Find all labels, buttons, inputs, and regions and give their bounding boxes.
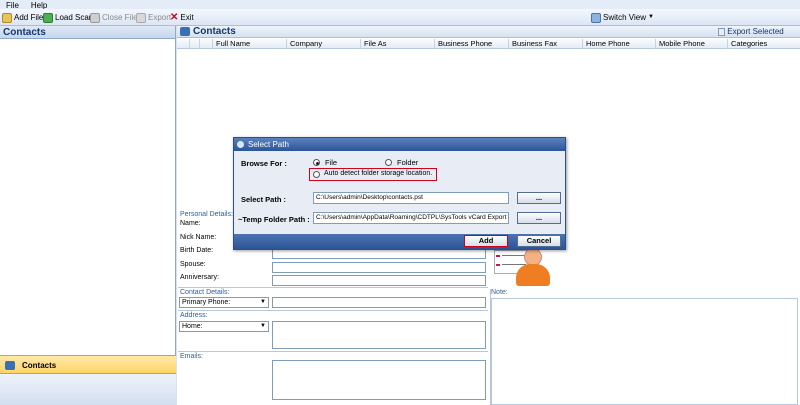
chevron-down-icon: ▼: [260, 299, 266, 305]
attachment-column-icon[interactable]: [177, 39, 189, 49]
temp-folder-input[interactable]: C:\Users\admin\AppData\Roaming\CDTPL\Sys…: [313, 212, 509, 224]
select-path-input[interactable]: C:\Users\admin\Desktop\contacts.pst: [313, 192, 509, 204]
divider: [178, 351, 488, 352]
load-scan-button[interactable]: Load Scan: [43, 11, 93, 24]
contacts-icon: [180, 27, 190, 36]
export-selected-button[interactable]: Export Selected: [718, 27, 784, 37]
exit-icon: ✕: [170, 12, 179, 23]
column-business-fax[interactable]: Business Fax: [508, 39, 582, 49]
column-full-name[interactable]: Full Name: [212, 39, 286, 49]
address-field[interactable]: [272, 321, 486, 349]
add-file-button[interactable]: Add File: [2, 11, 43, 24]
address-type-value: Home:: [182, 323, 203, 330]
export-icon: [136, 12, 146, 23]
table-header: Full Name Company File As Business Phone…: [177, 39, 800, 49]
column-company[interactable]: Company: [286, 39, 360, 49]
export-selected-label: Export Selected: [727, 27, 784, 36]
file-radio-label: File: [325, 158, 338, 167]
column-business-phone[interactable]: Business Phone: [434, 39, 508, 49]
note-label: Note:: [491, 289, 508, 296]
phone-type-value: Primary Phone:: [182, 299, 231, 306]
name-label: Name:: [180, 220, 201, 227]
close-file-button[interactable]: Close File: [90, 11, 138, 24]
address-heading: Address:: [180, 312, 208, 319]
dialog-title: Select Path: [248, 140, 289, 149]
chevron-down-icon: ▼: [260, 323, 266, 329]
nav-footer: [0, 374, 176, 405]
column-mobile-phone[interactable]: Mobile Phone: [655, 39, 727, 49]
document-icon: [718, 27, 725, 36]
menu-bar: File Help: [0, 0, 800, 10]
left-panel-title: Contacts: [0, 26, 175, 39]
contacts-icon: [5, 361, 15, 370]
switch-view-label: Switch View: [603, 13, 646, 22]
anniversary-label: Anniversary:: [180, 274, 219, 281]
close-file-icon: [90, 12, 100, 23]
contact-avatar-icon: [492, 244, 556, 288]
divider: [178, 310, 488, 311]
browse-path-button[interactable]: ...: [517, 192, 561, 204]
cancel-button[interactable]: Cancel: [517, 235, 561, 247]
select-path-label: Select Path :: [241, 195, 287, 204]
anniversary-field[interactable]: [272, 275, 486, 286]
birth-date-label: Birth Date:: [180, 247, 214, 254]
emails-heading: Emails:: [180, 353, 203, 360]
column-categories[interactable]: Categories: [727, 39, 800, 49]
spouse-label: Spouse:: [180, 261, 206, 268]
exit-label: Exit: [180, 13, 194, 22]
phone-type-select[interactable]: Primary Phone: ▼: [179, 297, 269, 308]
chevron-down-icon: ▼: [647, 14, 654, 20]
load-scan-label: Load Scan: [55, 13, 94, 22]
add-file-label: Add File: [14, 13, 44, 22]
load-scan-icon: [43, 12, 53, 23]
dialog-title-bar: Select Path: [234, 138, 565, 151]
nick-name-label: Nick Name:: [180, 234, 217, 241]
select-path-dialog: Select Path Browse For : File Folder Aut…: [233, 137, 566, 250]
app-icon: [237, 141, 244, 148]
left-panel: Contacts: [0, 26, 176, 405]
browse-for-label: Browse For :: [241, 159, 287, 168]
folder-radio-label: Folder: [397, 158, 419, 167]
divider: [178, 287, 488, 288]
auto-detect-label: Auto detect folder storage location.: [324, 170, 433, 177]
note-field[interactable]: [491, 298, 798, 405]
emails-field[interactable]: [272, 360, 486, 400]
flag-column-icon[interactable]: [189, 39, 199, 49]
folder-icon: [2, 12, 12, 23]
spouse-field[interactable]: [272, 262, 486, 273]
file-radio[interactable]: [313, 159, 320, 166]
nav-item-contacts[interactable]: Contacts: [0, 355, 176, 374]
close-file-label: Close File: [102, 13, 138, 22]
column-file-as[interactable]: File As: [360, 39, 434, 49]
phone-field[interactable]: [272, 297, 486, 308]
main-title: Contacts: [177, 26, 800, 38]
add-button[interactable]: Add: [464, 235, 508, 247]
export-label: Export: [148, 13, 172, 22]
switch-view-button[interactable]: Switch View ▼: [591, 11, 654, 24]
folder-radio[interactable]: [385, 159, 392, 166]
exit-button[interactable]: ✕ Exit: [170, 11, 194, 24]
contact-details-heading: Contact Details:: [180, 289, 230, 296]
switch-view-icon: [591, 12, 601, 23]
auto-detect-option[interactable]: Auto detect folder storage location.: [309, 168, 437, 181]
column-home-phone[interactable]: Home Phone: [582, 39, 655, 49]
dialog-footer: Add Cancel: [234, 234, 565, 249]
address-type-select[interactable]: Home: ▼: [179, 321, 269, 332]
export-button[interactable]: Export: [136, 11, 171, 24]
main-title-label: Contacts: [193, 26, 236, 37]
browse-temp-button[interactable]: ...: [517, 212, 561, 224]
personal-details-heading: Personal Details:: [180, 211, 233, 218]
nav-item-label: Contacts: [22, 361, 57, 370]
checkbox-column[interactable]: [199, 39, 209, 49]
temp-folder-label: ~Temp Folder Path :: [238, 215, 310, 224]
toolbar: Add File Load Scan Close File Export ✕ E…: [0, 9, 800, 26]
auto-detect-radio[interactable]: [313, 171, 320, 178]
